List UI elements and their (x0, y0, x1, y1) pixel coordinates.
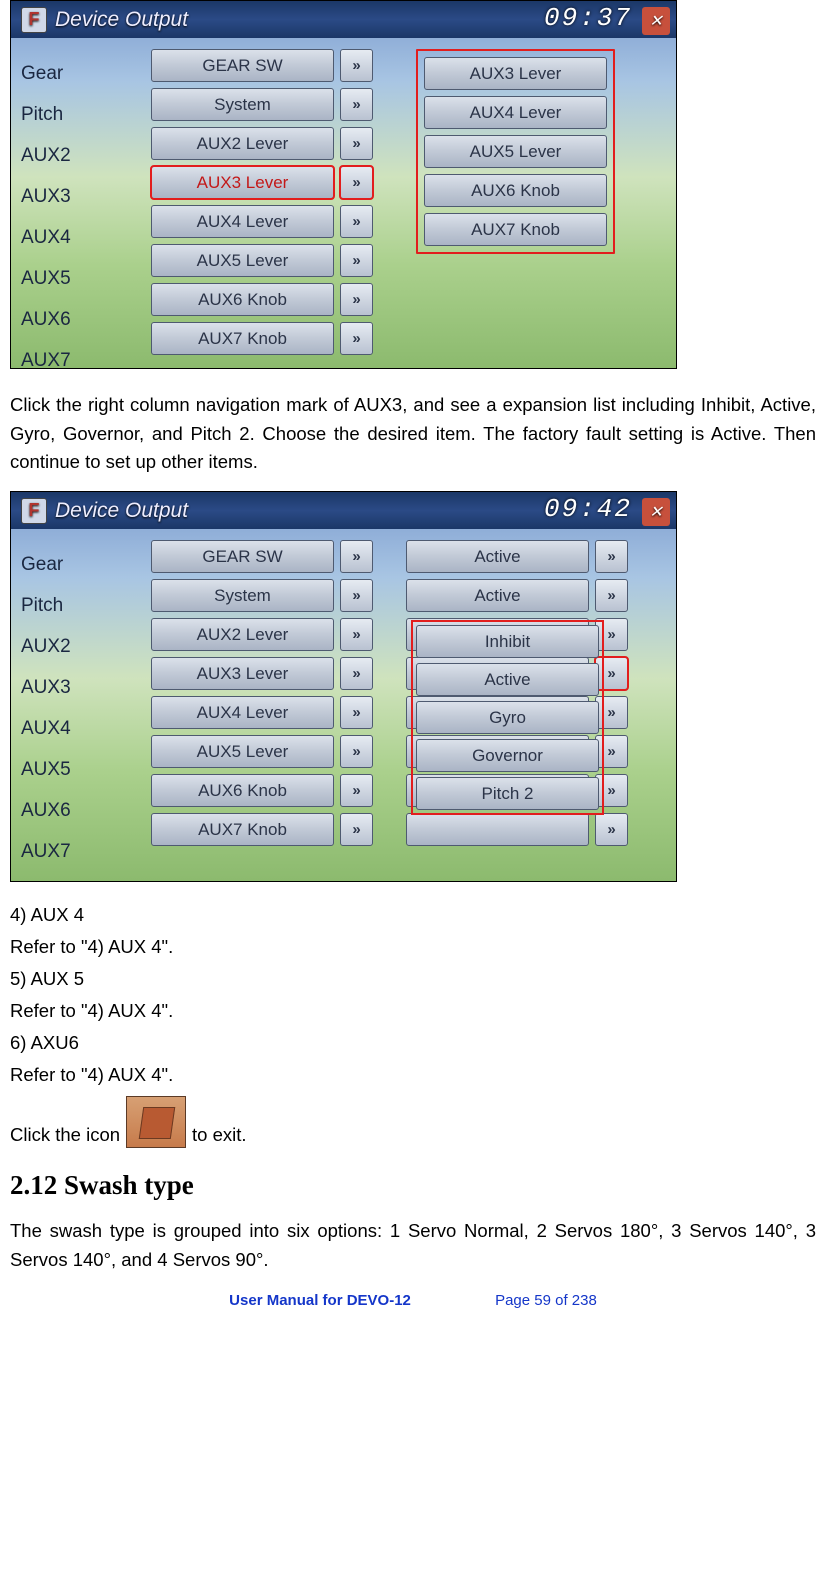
exit-instruction-line: Click the icon to exit. (10, 1096, 816, 1148)
page-footer: User Manual for DEVO-12 Page 59 of 238 (10, 1292, 816, 1309)
step-5-text: Refer to "4) AUX 4". (10, 1000, 816, 1022)
btn-aux4-lever[interactable]: AUX4 Lever (151, 696, 334, 729)
exit-icon (126, 1096, 186, 1148)
label-aux3: AUX3 (21, 180, 71, 214)
popup-a: AUX3 Lever AUX4 Lever AUX5 Lever AUX6 Kn… (416, 49, 615, 254)
chevron-right-icon[interactable]: » (340, 49, 373, 82)
step-4-heading: 4) AUX 4 (10, 904, 816, 926)
popup-gyro[interactable]: Gyro (416, 701, 599, 734)
label-gear: Gear (21, 57, 71, 91)
btn-aux3-lever[interactable]: AUX3 Lever (151, 657, 334, 690)
label-aux6: AUX6 (21, 303, 71, 337)
btn-system[interactable]: System (151, 88, 334, 121)
btn-right-0[interactable]: Active (406, 540, 589, 573)
label-aux6: AUX6 (21, 794, 71, 828)
exit-text-post: to exit. (192, 1122, 247, 1148)
chevron-right-icon[interactable]: » (340, 813, 373, 846)
popup-aux7[interactable]: AUX7 Knob (424, 213, 607, 246)
chevron-right-icon[interactable]: » (595, 579, 628, 612)
paragraph-aux3-instructions: Click the right column navigation mark o… (10, 391, 816, 477)
label-aux3: AUX3 (21, 671, 71, 705)
chevron-right-icon[interactable]: » (340, 618, 373, 651)
footer-manual-name: User Manual for DEVO-12 (229, 1292, 411, 1309)
popup-aux3[interactable]: AUX3 Lever (424, 57, 607, 90)
popup-governor[interactable]: Governor (416, 739, 599, 772)
chevron-right-icon[interactable]: » (340, 283, 373, 316)
label-aux2: AUX2 (21, 139, 71, 173)
screenshot-device-output-a: F Device Output 09:37 ✕ Gear Pitch AUX2 … (10, 0, 677, 369)
popup-box-a: AUX3 Lever AUX4 Lever AUX5 Lever AUX6 Kn… (416, 49, 615, 254)
chevron-right-icon[interactable]: » (340, 244, 373, 277)
exit-text-pre: Click the icon (10, 1122, 120, 1148)
popup-aux6[interactable]: AUX6 Knob (424, 174, 607, 207)
label-aux2: AUX2 (21, 630, 71, 664)
step-5-heading: 5) AUX 5 (10, 968, 816, 990)
window-title: Device Output (55, 8, 188, 32)
clock-readout: 09:37 (544, 3, 632, 33)
paragraph-swash: The swash type is grouped into six optio… (10, 1217, 816, 1274)
run-icon[interactable]: ✕ (642, 7, 670, 35)
row-labels-a: Gear Pitch AUX2 AUX3 AUX4 AUX5 AUX6 AUX7 (21, 57, 71, 378)
label-pitch: Pitch (21, 98, 71, 132)
btn-gear-sw[interactable]: GEAR SW (151, 49, 334, 82)
btn-aux4-lever[interactable]: AUX4 Lever (151, 205, 334, 238)
chevron-right-icon[interactable]: » (340, 127, 373, 160)
chevron-right-icon[interactable]: » (340, 774, 373, 807)
step-6-text: Refer to "4) AUX 4". (10, 1064, 816, 1086)
popup-pitch2[interactable]: Pitch 2 (416, 777, 599, 810)
run-icon[interactable]: ✕ (642, 498, 670, 526)
left-buttons-a: GEAR SW» System» AUX2 Lever» AUX3 Lever»… (151, 49, 373, 355)
titlebar-b: F Device Output 09:42 ✕ (11, 492, 676, 529)
titlebar-a: F Device Output 09:37 ✕ (11, 1, 676, 38)
btn-right-7[interactable] (406, 813, 589, 846)
window-title: Device Output (55, 499, 188, 523)
left-buttons-b: GEAR SW» System» AUX2 Lever» AUX3 Lever»… (151, 540, 373, 846)
label-aux5: AUX5 (21, 753, 71, 787)
btn-aux2-lever[interactable]: AUX2 Lever (151, 618, 334, 651)
footer-page-number: Page 59 of 238 (495, 1292, 597, 1309)
chevron-right-icon[interactable]: » (340, 88, 373, 121)
btn-system[interactable]: System (151, 579, 334, 612)
label-aux7: AUX7 (21, 835, 71, 869)
chevron-right-icon[interactable]: » (340, 657, 373, 690)
popup-inhibit[interactable]: Inhibit (416, 625, 599, 658)
chevron-right-icon[interactable]: » (340, 579, 373, 612)
chevron-right-icon[interactable]: » (340, 322, 373, 355)
row-labels-b: Gear Pitch AUX2 AUX3 AUX4 AUX5 AUX6 AUX7 (21, 548, 71, 869)
label-aux4: AUX4 (21, 712, 71, 746)
chevron-right-icon[interactable]: » (340, 205, 373, 238)
popup-aux5[interactable]: AUX5 Lever (424, 135, 607, 168)
btn-aux7-knob[interactable]: AUX7 Knob (151, 322, 334, 355)
label-gear: Gear (21, 548, 71, 582)
chevron-right-icon[interactable]: » (595, 813, 628, 846)
chevron-right-icon[interactable]: » (340, 540, 373, 573)
btn-aux6-knob[interactable]: AUX6 Knob (151, 283, 334, 316)
app-logo-icon: F (21, 498, 47, 524)
chevron-right-icon[interactable]: » (340, 166, 373, 199)
popup-b: Inhibit Active Gyro Governor Pitch 2 (411, 620, 604, 815)
btn-aux6-knob[interactable]: AUX6 Knob (151, 774, 334, 807)
popup-aux4[interactable]: AUX4 Lever (424, 96, 607, 129)
label-aux5: AUX5 (21, 262, 71, 296)
btn-aux5-lever[interactable]: AUX5 Lever (151, 735, 334, 768)
label-aux4: AUX4 (21, 221, 71, 255)
btn-aux5-lever[interactable]: AUX5 Lever (151, 244, 334, 277)
section-heading-swash: 2.12 Swash type (10, 1170, 816, 1201)
step-6-heading: 6) AXU6 (10, 1032, 816, 1054)
label-aux7: AUX7 (21, 344, 71, 378)
step-4-text: Refer to "4) AUX 4". (10, 936, 816, 958)
screenshot-device-output-b: F Device Output 09:42 ✕ Gear Pitch AUX2 … (10, 491, 677, 882)
chevron-right-icon[interactable]: » (340, 735, 373, 768)
chevron-right-icon[interactable]: » (340, 696, 373, 729)
btn-gear-sw[interactable]: GEAR SW (151, 540, 334, 573)
app-logo-icon: F (21, 7, 47, 33)
btn-aux2-lever[interactable]: AUX2 Lever (151, 127, 334, 160)
chevron-right-icon[interactable]: » (595, 540, 628, 573)
btn-aux3-lever[interactable]: AUX3 Lever (151, 166, 334, 199)
popup-active[interactable]: Active (416, 663, 599, 696)
btn-right-1[interactable]: Active (406, 579, 589, 612)
btn-aux7-knob[interactable]: AUX7 Knob (151, 813, 334, 846)
clock-readout: 09:42 (544, 494, 632, 524)
label-pitch: Pitch (21, 589, 71, 623)
